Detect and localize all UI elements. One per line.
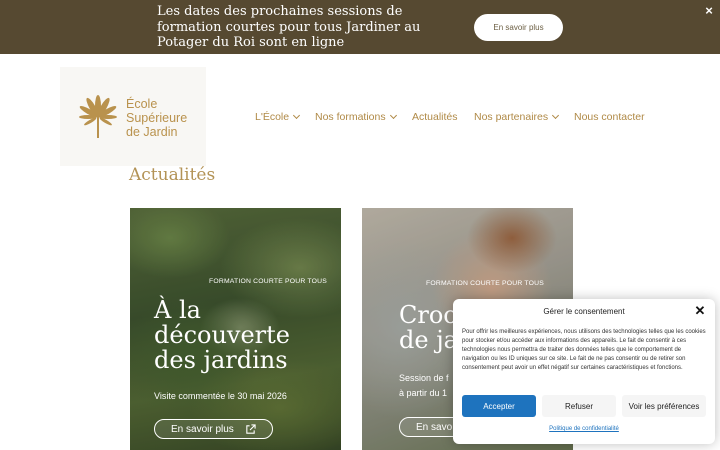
logo-wordmark[interactable]: École Supérieure de Jardin — [126, 97, 206, 139]
page: Les dates des prochaines sessions de for… — [0, 0, 720, 450]
card-title: À la découverte des jardins — [154, 298, 290, 373]
external-link-icon — [246, 424, 256, 434]
consent-dialog: Gérer le consentement ✕ Pour offrir les … — [453, 299, 715, 444]
nav-item-ecole[interactable]: L'École — [255, 110, 301, 124]
nav-item-formations[interactable]: Nos formations — [315, 110, 397, 124]
card-title-line: de ja — [399, 326, 458, 354]
page-title: Actualités — [129, 165, 216, 185]
card-subtitle: Session de f à partir du 1 — [399, 371, 449, 401]
nav-item-label: Actualités — [412, 111, 458, 123]
privacy-policy-link[interactable]: Politique de confidentialité — [453, 426, 715, 432]
consent-text: Pour offrir les meilleures expériences, … — [462, 329, 706, 371]
nav-item-contact[interactable]: Nous contacter — [574, 110, 645, 124]
card-title-line: À la — [154, 296, 201, 324]
consent-title: Gérer le consentement — [543, 307, 625, 316]
announcement-text: Les dates des prochaines sessions de for… — [157, 4, 421, 50]
card-title: Croo de ja — [399, 303, 458, 353]
card-tag: FORMATION COURTE POUR TOUS — [426, 280, 544, 287]
card-title-line: Croo — [399, 301, 458, 329]
announcement-more-button[interactable]: En savoir plus — [474, 14, 563, 41]
close-icon[interactable]: × — [702, 4, 716, 18]
nav-item-partenaires[interactable]: Nos partenaires — [474, 110, 560, 124]
nav-item-label: Nos formations — [315, 111, 386, 123]
announcement-bar: Les dates des prochaines sessions de for… — [0, 0, 720, 54]
chevron-down-icon — [389, 111, 397, 120]
card-title-line: découverte — [154, 321, 290, 349]
card-subtitle-line: Session de f — [399, 373, 449, 383]
accept-button[interactable]: Accepter — [462, 395, 536, 417]
card-tag: FORMATION COURTE POUR TOUS — [209, 278, 327, 285]
logo-line-1: École — [126, 97, 158, 111]
news-card[interactable]: FORMATION COURTE POUR TOUS À la découver… — [130, 208, 341, 450]
nav-item-label: L'École — [255, 111, 290, 123]
chevron-down-icon — [552, 111, 560, 120]
logo-line-3: de Jardin — [126, 125, 178, 139]
card-subtitle-line: à partir du 1 — [399, 388, 448, 398]
card-button-label: En savoir plus — [171, 423, 234, 435]
card-title-line: des jardins — [154, 346, 288, 374]
nav-item-label: Nous contacter — [574, 111, 645, 123]
preferences-button[interactable]: Voir les préférences — [622, 395, 706, 417]
nav-item-actualites[interactable]: Actualités — [412, 110, 458, 124]
logo-line-2: Supérieure — [126, 111, 188, 125]
card-more-button[interactable]: En savoir plus — [154, 419, 273, 439]
card-subtitle: Visite commentée le 30 mai 2026 — [154, 391, 287, 401]
nav-item-label: Nos partenaires — [474, 111, 549, 123]
logo-wheat-icon[interactable] — [76, 94, 120, 140]
refuse-button[interactable]: Refuser — [542, 395, 616, 417]
close-icon[interactable]: ✕ — [694, 304, 706, 317]
card-button-label: En savo — [416, 421, 453, 433]
chevron-down-icon — [293, 111, 301, 120]
